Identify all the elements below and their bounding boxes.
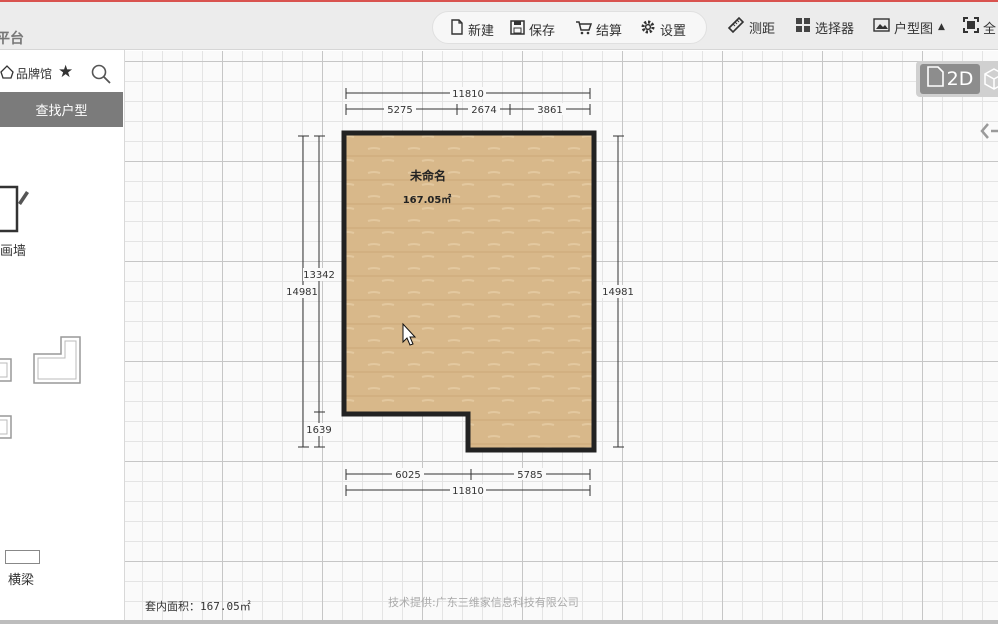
view-3d-cube-icon[interactable] <box>984 68 998 94</box>
dim-right: 14981 <box>602 287 634 298</box>
page-icon <box>926 66 944 92</box>
view-toggle: 2D <box>916 61 998 97</box>
dim-top-total: 11810 <box>452 89 484 100</box>
floor-plan: 11810 5275 2674 3861 6025 5785 11810 149… <box>286 87 635 497</box>
room-area: 167.05㎡ <box>403 193 452 206</box>
view-2d-button[interactable]: 2D <box>920 64 980 94</box>
dim-top-a: 5275 <box>387 105 412 116</box>
dim-top-c: 3861 <box>537 105 562 116</box>
bottom-scrollbar[interactable] <box>0 620 998 624</box>
dim-bottom-a: 6025 <box>395 470 420 481</box>
room-floor[interactable] <box>341 130 597 453</box>
dim-left-outer: 14981 <box>286 287 318 298</box>
dim-left-lower: 1639 <box>306 425 331 436</box>
view-2d-label: 2D <box>946 68 974 90</box>
dim-bottom-total: 11810 <box>452 486 484 497</box>
dim-left-upper: 13342 <box>303 270 335 281</box>
room-name[interactable]: 未命名 <box>409 168 446 183</box>
collapse-arrow-icon[interactable] <box>979 121 998 145</box>
dim-top-b: 2674 <box>471 105 496 116</box>
tech-credit: 技术提供:广东三维家信息科技有限公司 <box>388 596 579 609</box>
inner-area-status: 套内面积：167.05㎡ <box>145 600 251 613</box>
dim-bottom-b: 5785 <box>517 470 542 481</box>
